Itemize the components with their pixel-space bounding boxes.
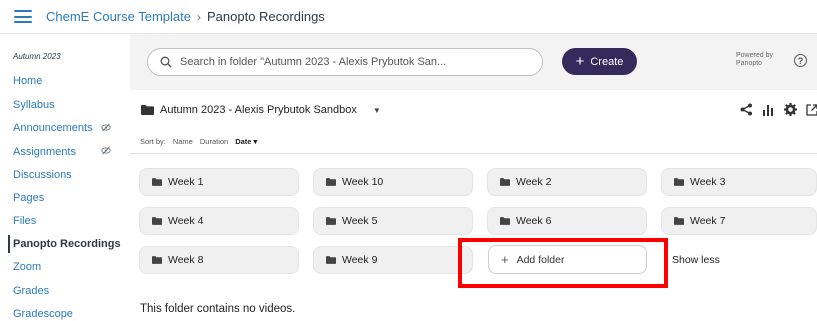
folder-tile-week-7[interactable]: Week 7 [661, 207, 817, 235]
active-indicator [8, 235, 10, 253]
settings-gear-icon[interactable] [784, 103, 797, 116]
folder-label: Week 2 [516, 176, 552, 188]
folder-label: Week 4 [168, 215, 204, 227]
caret-down-icon: ▼ [372, 105, 381, 115]
top-bar: ChemE Course Template › Panopto Recordin… [0, 0, 817, 34]
search-input[interactable]: Search in folder "Autumn 2023 - Alexis P… [147, 48, 543, 76]
sidebar-item-pages[interactable]: Pages [13, 192, 44, 204]
folder-tools [740, 103, 817, 116]
highlight-box [458, 238, 668, 288]
folder-icon [674, 217, 684, 225]
term-label: Autumn 2023 [13, 52, 61, 61]
folder-label: Week 1 [168, 176, 204, 188]
folder-label: Week 9 [342, 254, 378, 266]
panopto-panel: Search in folder "Autumn 2023 - Alexis P… [130, 34, 817, 321]
folder-icon [674, 178, 684, 186]
sidebar-item-panopto-recordings[interactable]: Panopto Recordings [13, 238, 121, 250]
folder-label: Week 5 [342, 215, 378, 227]
plus-icon: + [575, 53, 585, 70]
open-external-icon[interactable] [806, 103, 817, 116]
folder-tile-week-5[interactable]: Week 5 [313, 207, 473, 235]
breadcrumb-current: Panopto Recordings [207, 9, 325, 24]
hamburger-menu-icon[interactable] [14, 10, 32, 23]
hidden-eye-icon [101, 123, 111, 132]
sort-option-duration[interactable]: Duration [200, 137, 228, 146]
search-placeholder: Search in folder "Autumn 2023 - Alexis P… [180, 56, 447, 68]
folder-icon [500, 178, 510, 186]
folder-icon [326, 256, 336, 264]
folder-tile-week-6[interactable]: Week 6 [487, 207, 647, 235]
sidebar-item-assignments[interactable]: Assignments [13, 146, 76, 158]
folder-label: Week 10 [342, 176, 384, 188]
powered-by-text: Powered by [736, 52, 773, 59]
folder-name: Autumn 2023 - Alexis Prybutok Sandbox [160, 104, 357, 116]
share-icon[interactable] [740, 103, 753, 116]
sort-bar: Sort by: Name Duration Date ▾ [140, 137, 257, 146]
folder-label: Week 6 [516, 215, 552, 227]
breadcrumb: ChemE Course Template › Panopto Recordin… [46, 9, 325, 24]
panopto-brand-text: Panopto [736, 60, 763, 67]
hidden-eye-icon [101, 146, 111, 155]
divider [130, 153, 817, 154]
folder-icon [152, 256, 162, 264]
empty-folder-message: This folder contains no videos. [140, 303, 296, 315]
folder-icon [152, 217, 162, 225]
stats-icon[interactable] [762, 104, 775, 116]
folder-icon [500, 217, 510, 225]
sidebar-item-files[interactable]: Files [13, 215, 36, 227]
sidebar-item-home[interactable]: Home [13, 75, 42, 87]
sidebar-item-syllabus[interactable]: Syllabus [13, 99, 55, 111]
folder-icon [326, 178, 336, 186]
breadcrumb-course-link[interactable]: ChemE Course Template [46, 9, 191, 24]
folder-label: Week 3 [690, 176, 726, 188]
sidebar-item-announcements[interactable]: Announcements [13, 122, 93, 134]
folder-selector[interactable]: Autumn 2023 - Alexis Prybutok Sandbox ▼ [141, 104, 381, 116]
sidebar-item-discussions[interactable]: Discussions [13, 169, 72, 181]
create-label: Create [590, 55, 624, 68]
create-button[interactable]: + Create [562, 48, 637, 75]
powered-by-panopto: Powered by Panopto [736, 52, 773, 68]
folder-label: Week 8 [168, 254, 204, 266]
folder-icon [152, 178, 162, 186]
folder-icon [326, 217, 336, 225]
folder-icon [141, 105, 154, 115]
breadcrumb-separator: › [197, 9, 201, 24]
panopto-header: Search in folder "Autumn 2023 - Alexis P… [130, 34, 817, 90]
search-icon [160, 56, 172, 68]
folder-tile-week-9[interactable]: Week 9 [313, 246, 473, 274]
sidebar-item-grades[interactable]: Grades [13, 285, 49, 297]
folder-tile-week-2[interactable]: Week 2 [487, 168, 647, 196]
folder-tile-week-3[interactable]: Week 3 [661, 168, 817, 196]
sort-label: Sort by: [140, 137, 166, 146]
show-less-link[interactable]: Show less [672, 254, 720, 266]
sort-option-name[interactable]: Name [173, 137, 193, 146]
sidebar-item-zoom[interactable]: Zoom [13, 261, 41, 273]
sort-option-date[interactable]: Date ▾ [235, 137, 257, 146]
course-sidebar: Autumn 2023 Home Syllabus Announcements … [0, 34, 130, 321]
sidebar-item-gradescope[interactable]: Gradescope [13, 308, 73, 320]
help-icon[interactable]: ? [794, 54, 807, 67]
folder-tile-week-1[interactable]: Week 1 [139, 168, 299, 196]
folder-tile-week-8[interactable]: Week 8 [139, 246, 299, 274]
folder-tile-week-4[interactable]: Week 4 [139, 207, 299, 235]
folder-label: Week 7 [690, 215, 726, 227]
folder-tile-week-10[interactable]: Week 10 [313, 168, 473, 196]
